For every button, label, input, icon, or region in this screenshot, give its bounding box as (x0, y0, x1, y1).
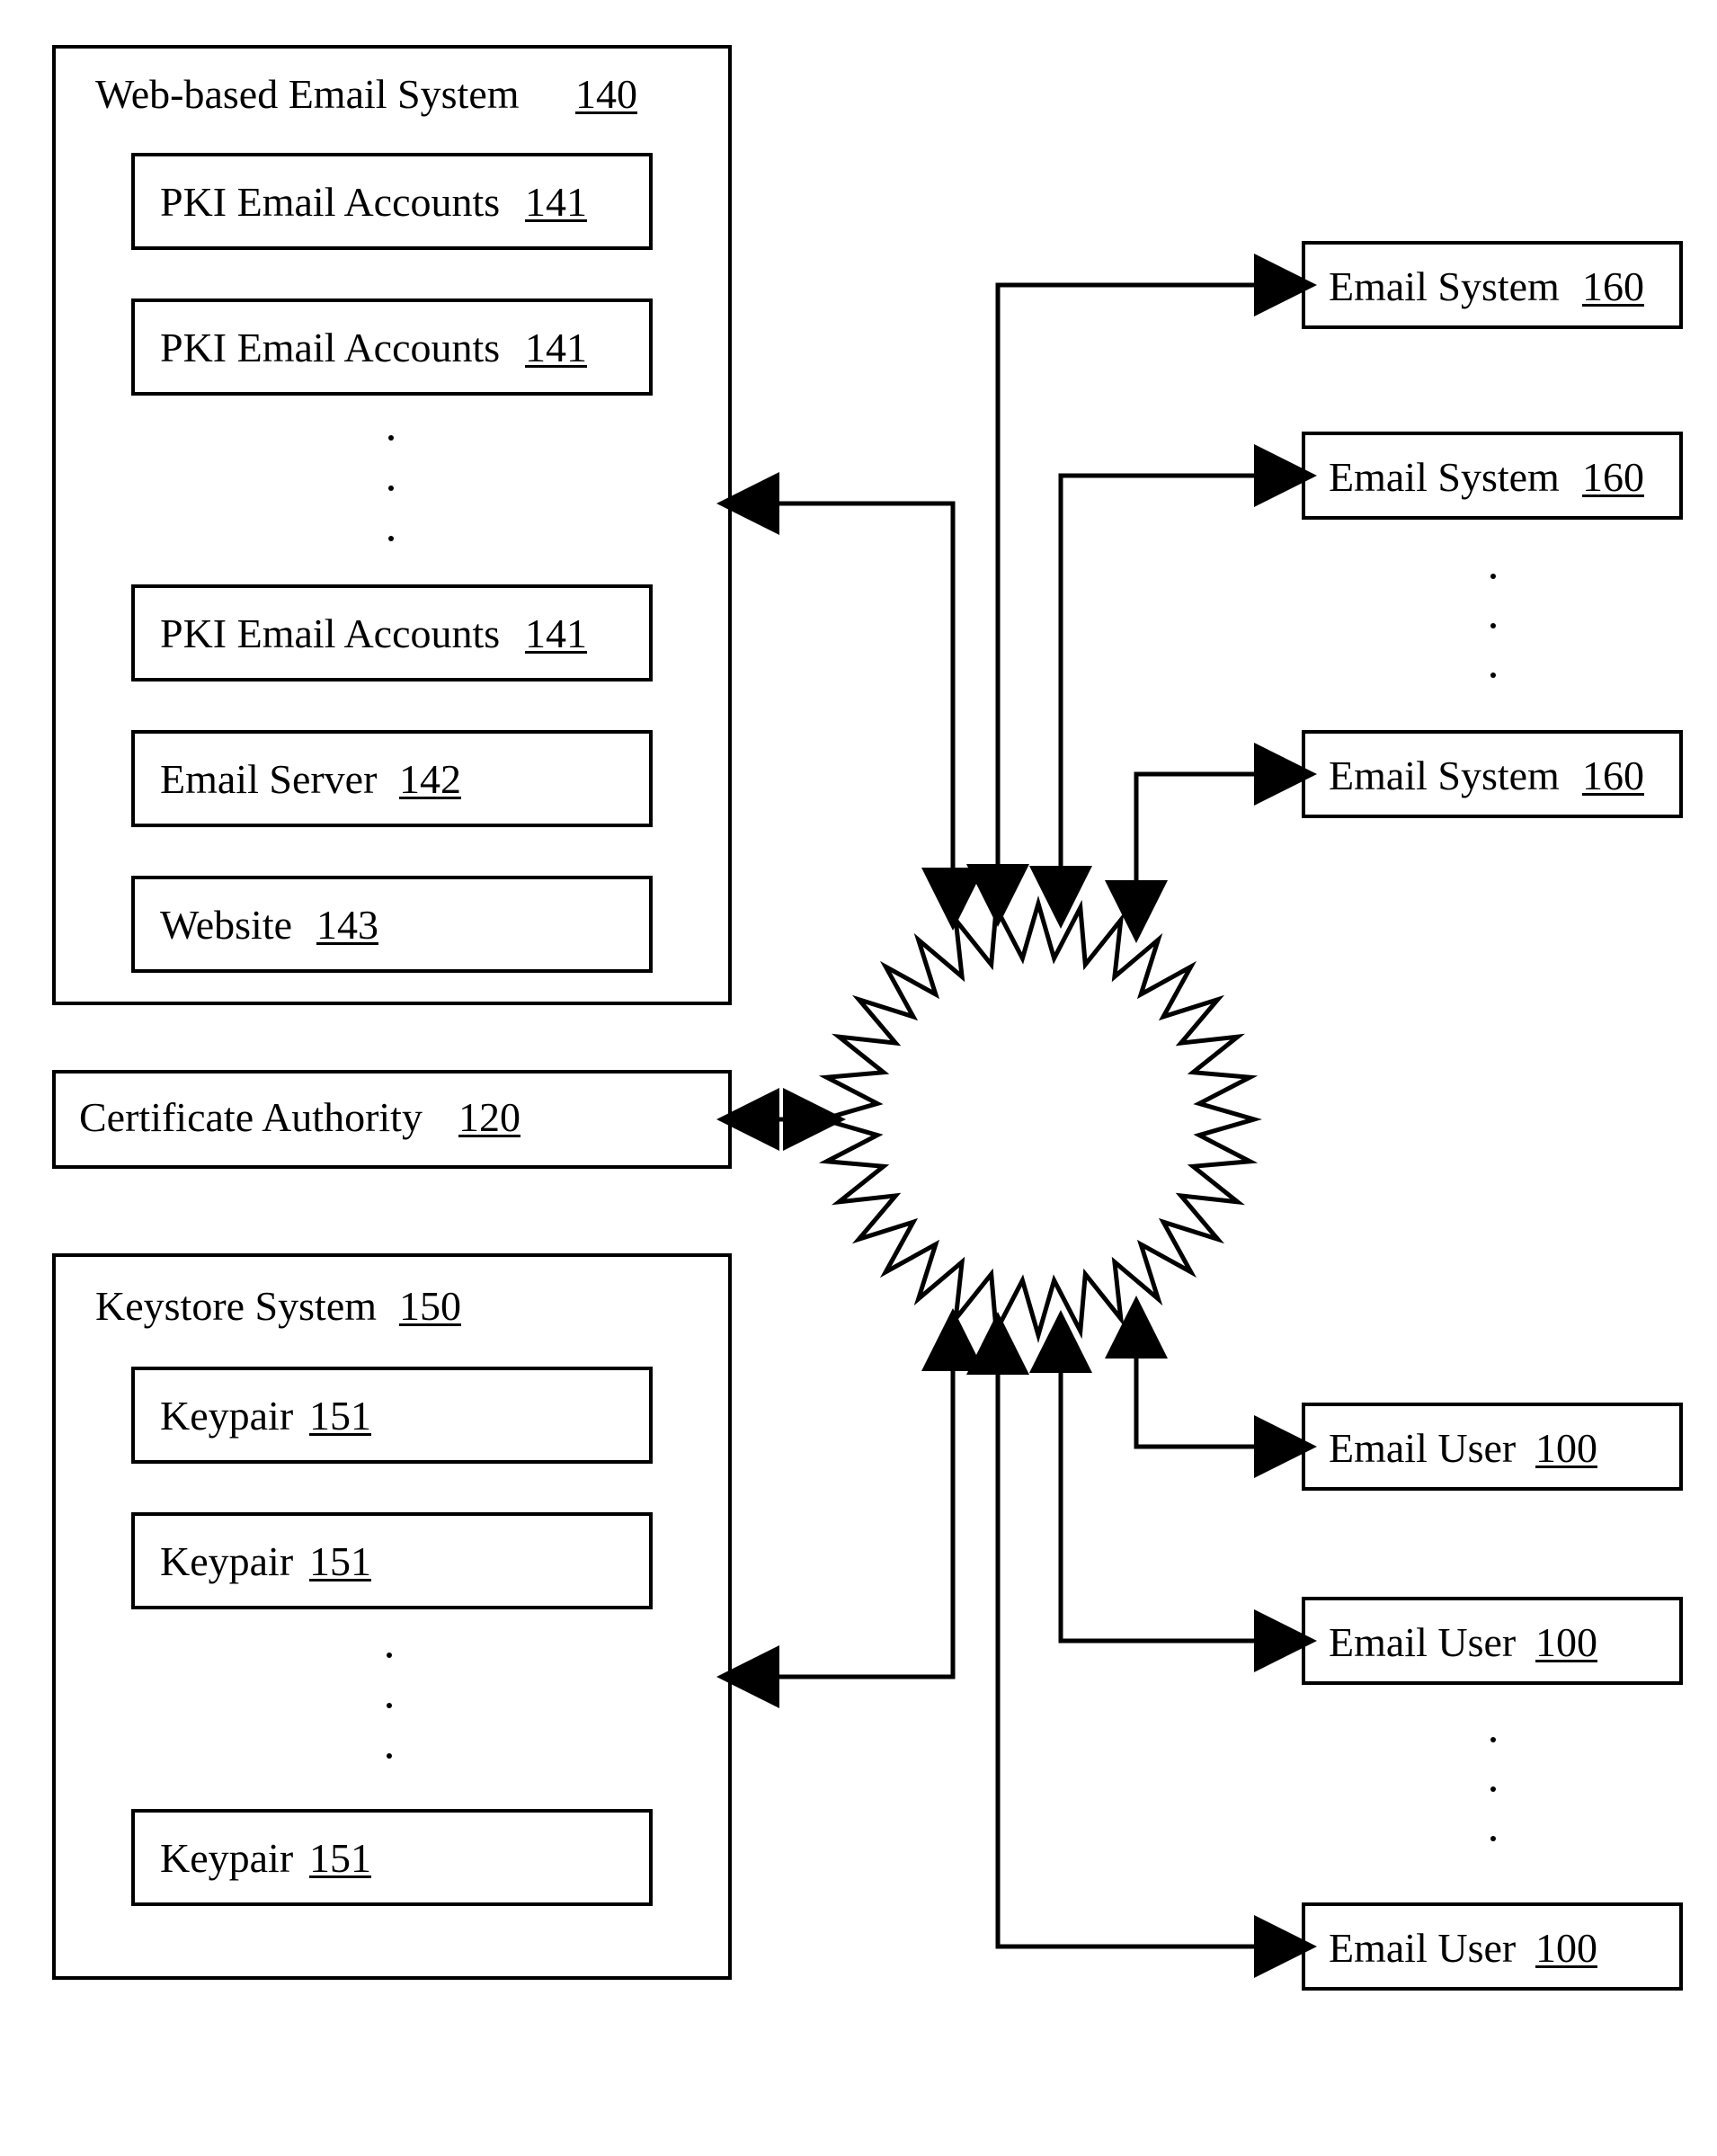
email-user-num-1: 100 (1535, 1428, 1597, 1469)
email-system-label-2: Email System (1329, 457, 1560, 498)
website-label: Website (160, 904, 292, 946)
dots (388, 536, 394, 541)
email-user-num-2: 100 (1535, 1622, 1597, 1663)
email-user-label-1: Email User (1329, 1428, 1516, 1469)
pki-label-3: PKI Email Accounts (160, 613, 500, 655)
dots (387, 1753, 392, 1759)
keypair-num-2: 151 (309, 1541, 371, 1582)
email-server-label: Email Server (160, 759, 377, 800)
keypair-label-2: Keypair (160, 1541, 293, 1582)
dots (387, 1653, 392, 1658)
keystore-title-label: Keystore System (95, 1286, 377, 1327)
keypair-label-1: Keypair (160, 1395, 293, 1437)
dots (1490, 623, 1496, 628)
dots (388, 435, 394, 441)
dots (387, 1703, 392, 1708)
ca-num: 120 (458, 1097, 520, 1138)
webmail-title-num: 140 (575, 74, 637, 115)
pki-num-3: 141 (525, 613, 587, 655)
email-system-num-2: 160 (1582, 457, 1644, 498)
email-system-num-3: 160 (1582, 755, 1644, 797)
email-server-num: 142 (399, 759, 461, 800)
dots (1490, 1737, 1496, 1742)
pki-num-1: 141 (525, 182, 587, 223)
dots (1490, 1786, 1496, 1792)
dots (1490, 1836, 1496, 1841)
pki-label-2: PKI Email Accounts (160, 327, 500, 369)
keypair-num-3: 151 (309, 1838, 371, 1879)
website-num: 143 (316, 904, 378, 946)
keypair-num-1: 151 (309, 1395, 371, 1437)
keypair-label-3: Keypair (160, 1838, 293, 1879)
network-num: 130 (1007, 1165, 1069, 1207)
email-system-label-3: Email System (1329, 755, 1560, 797)
pki-num-2: 141 (525, 327, 587, 369)
dots (1490, 574, 1496, 579)
pki-label-1: PKI Email Accounts (160, 182, 500, 223)
dots (1490, 673, 1496, 678)
ca-label: Certificate Authority (79, 1097, 423, 1138)
network-label: Computer Network (946, 1061, 1134, 1152)
webmail-title-label: Web-based Email System (95, 74, 520, 115)
email-system-label-1: Email System (1329, 266, 1560, 307)
email-user-label-2: Email User (1329, 1622, 1516, 1663)
dots (388, 486, 394, 491)
diagram-stage: Web-based Email System 140 PKI Email Acc… (0, 0, 1717, 2156)
email-user-num-3: 100 (1535, 1928, 1597, 1969)
email-user-label-3: Email User (1329, 1928, 1516, 1969)
email-system-num-1: 160 (1582, 266, 1644, 307)
keystore-title-num: 150 (399, 1286, 461, 1327)
